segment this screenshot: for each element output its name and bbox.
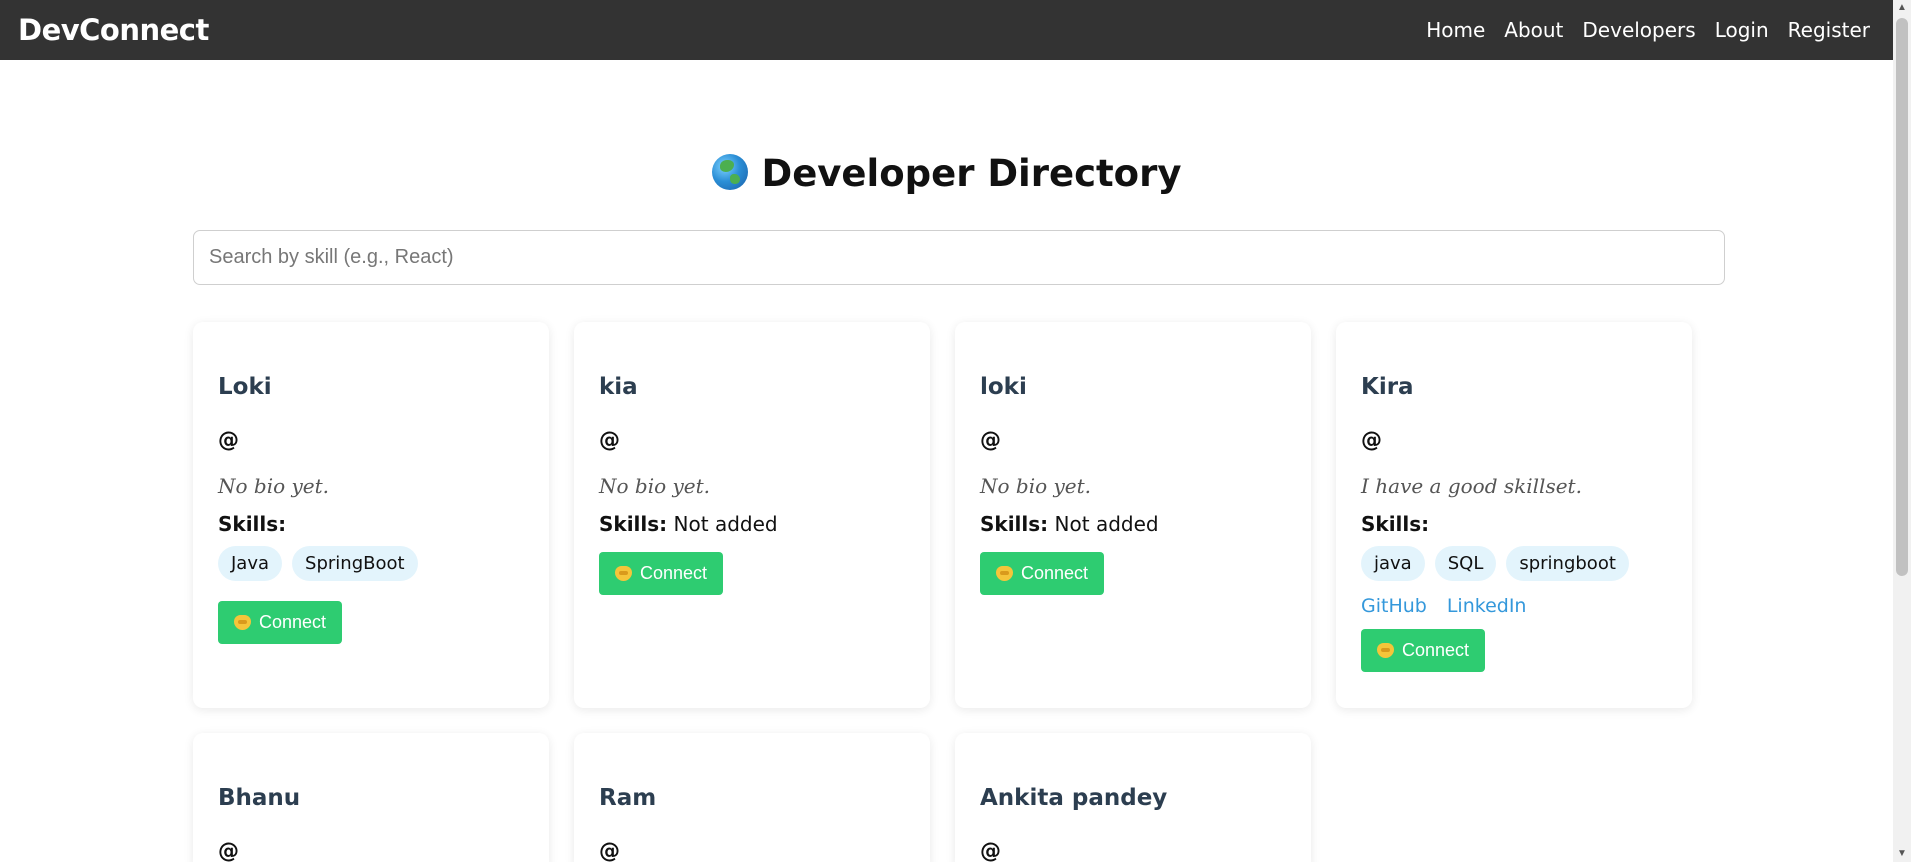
- developer-handle: @: [599, 428, 620, 452]
- connect-label: Connect: [640, 563, 708, 583]
- skills-label: Skills:: [1361, 512, 1430, 536]
- brand-logo[interactable]: DevConnect: [18, 13, 209, 47]
- profile-links: GitHub LinkedIn: [1361, 595, 1667, 617]
- developer-name: Bhanu: [218, 785, 301, 811]
- handshake-icon: [1377, 643, 1394, 658]
- nav-link-register[interactable]: Register: [1788, 18, 1870, 42]
- handshake-icon: [234, 615, 251, 630]
- developer-bio: No bio yet.: [980, 474, 1092, 498]
- developer-card: Bhanu @: [193, 733, 549, 862]
- scroll-thumb[interactable]: [1896, 18, 1908, 576]
- nav-link-developers[interactable]: Developers: [1582, 18, 1695, 42]
- handshake-icon: [996, 566, 1013, 581]
- skills-row: Skills: Not added: [980, 512, 1286, 536]
- developer-card: Kira @ I have a good skillset. Skills: j…: [1336, 322, 1692, 708]
- skill-chip: SpringBoot: [292, 546, 418, 581]
- developer-name: kia: [599, 374, 638, 400]
- developer-handle: @: [980, 428, 1001, 452]
- connect-button[interactable]: Connect: [218, 601, 343, 644]
- handshake-icon: [615, 566, 632, 581]
- skill-search-input[interactable]: [193, 230, 1725, 285]
- skill-chip: springboot: [1506, 546, 1629, 581]
- connect-button[interactable]: Connect: [1361, 629, 1486, 672]
- skills-value: Not added: [1054, 512, 1159, 536]
- developer-card: Ram @: [574, 733, 930, 862]
- page-title-text: Developer Directory: [761, 152, 1182, 195]
- linkedin-link[interactable]: LinkedIn: [1447, 595, 1527, 617]
- nav-links: Home About Developers Login Register: [1426, 18, 1870, 42]
- nav-link-about[interactable]: About: [1504, 18, 1563, 42]
- skills-row: Skills:: [218, 512, 524, 536]
- connect-label: Connect: [1402, 640, 1470, 660]
- skills-row: Skills:: [1361, 512, 1667, 536]
- github-link[interactable]: GitHub: [1361, 595, 1427, 617]
- developer-card: kia @ No bio yet. Skills: Not added Conn…: [574, 322, 930, 708]
- developer-handle: @: [599, 839, 620, 862]
- skill-chip: Java: [218, 546, 283, 581]
- nav-link-login[interactable]: Login: [1715, 18, 1769, 42]
- developer-name: Loki: [218, 374, 272, 400]
- developer-handle: @: [218, 428, 239, 452]
- developer-handle: @: [218, 839, 239, 862]
- developer-bio: I have a good skillset.: [1361, 474, 1582, 498]
- developer-name: loki: [980, 374, 1027, 400]
- connect-button[interactable]: Connect: [599, 552, 724, 595]
- developer-name: Kira: [1361, 374, 1414, 400]
- developer-name: Ram: [599, 785, 657, 811]
- skills-label: Skills:: [980, 512, 1049, 536]
- globe-icon: [711, 154, 748, 190]
- top-navbar: DevConnect Home About Developers Login R…: [0, 0, 1893, 60]
- scroll-down-arrow-icon[interactable]: ▼: [1893, 846, 1911, 862]
- developer-card: Loki @ No bio yet. Skills: Java SpringBo…: [193, 322, 549, 708]
- connect-button[interactable]: Connect: [980, 552, 1105, 595]
- developer-handle: @: [980, 839, 1001, 862]
- skill-chips: java SQL springboot: [1361, 546, 1667, 581]
- connect-label: Connect: [1021, 563, 1089, 583]
- page-scrollbar[interactable]: ▲ ▼: [1893, 0, 1911, 862]
- connect-label: Connect: [259, 612, 327, 632]
- skills-value: Not added: [673, 512, 778, 536]
- developer-bio: No bio yet.: [599, 474, 711, 498]
- skill-chip: java: [1361, 546, 1425, 581]
- nav-link-home[interactable]: Home: [1426, 18, 1485, 42]
- skills-label: Skills:: [218, 512, 287, 536]
- skills-row: Skills: Not added: [599, 512, 905, 536]
- skills-label: Skills:: [599, 512, 668, 536]
- developer-bio: No bio yet.: [218, 474, 330, 498]
- developer-handle: @: [1361, 428, 1382, 452]
- page-title: Developer Directory: [0, 152, 1893, 195]
- developer-card: loki @ No bio yet. Skills: Not added Con…: [955, 322, 1311, 708]
- skill-chip: SQL: [1434, 546, 1497, 581]
- developer-name: Ankita pandey: [980, 785, 1168, 811]
- skill-chips: Java SpringBoot: [218, 546, 524, 581]
- developer-card: Ankita pandey @: [955, 733, 1311, 862]
- scroll-up-arrow-icon[interactable]: ▲: [1893, 0, 1911, 16]
